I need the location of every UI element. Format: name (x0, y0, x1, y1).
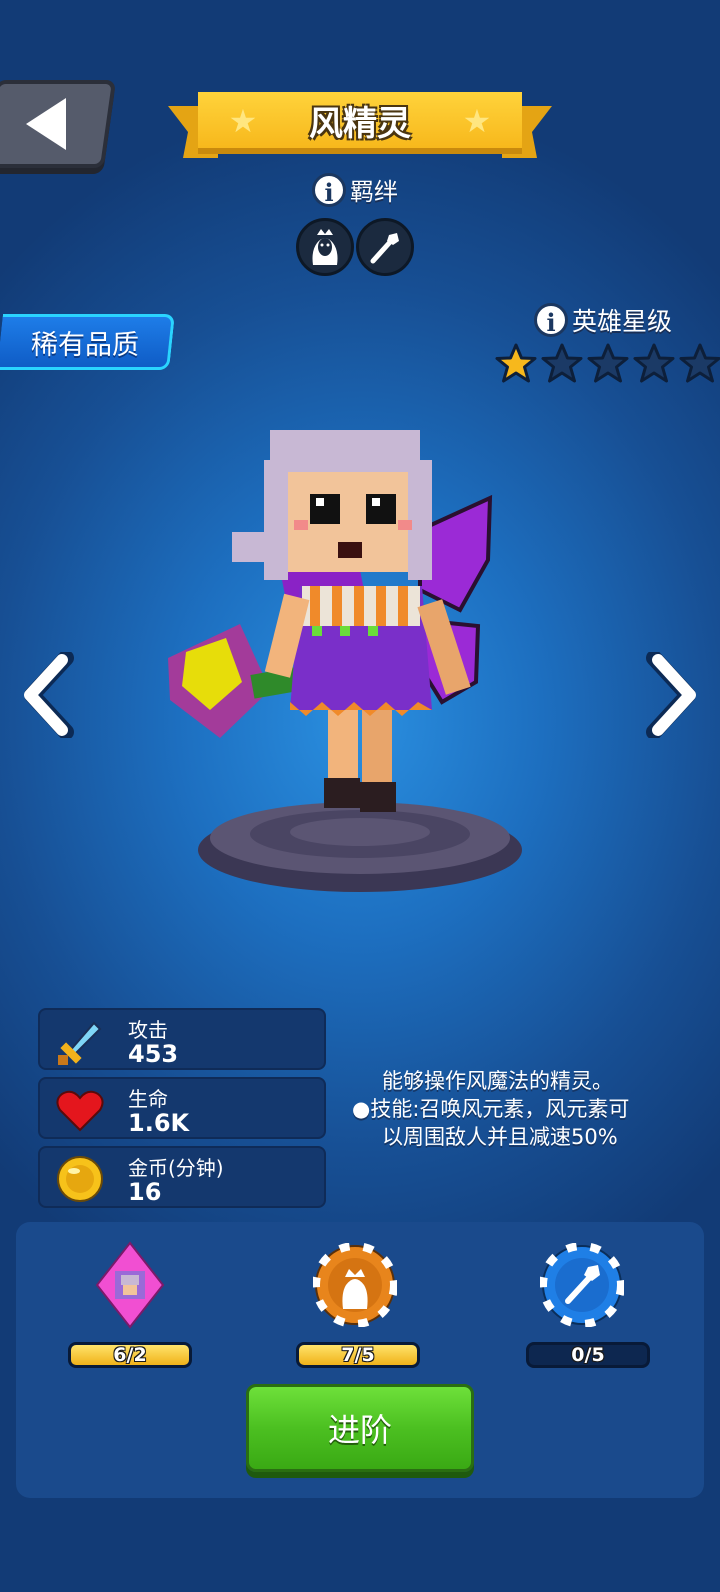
hero-description: 能够操作风魔法的精灵。 ●技能:召唤风元素，风元素可 以周围敌人并且减速50% (352, 1067, 692, 1151)
description-line: 以周围敌人并且减速50% (382, 1125, 618, 1149)
material-progress: 6/2 (68, 1342, 192, 1368)
stat-label: 金币(分钟) (128, 1156, 224, 1180)
material-progress: 7/5 (296, 1342, 420, 1368)
stat-attack: 攻击 453 (38, 1008, 326, 1070)
description-line: ●技能:召唤风元素，风元素可 (352, 1097, 630, 1121)
description-line: 能够操作风魔法的精灵。 (382, 1069, 613, 1093)
progress-text: 7/5 (341, 1344, 375, 1366)
stat-health: 生命 1.6K (38, 1077, 326, 1139)
stat-value: 453 (128, 1040, 179, 1068)
star-empty-icon (679, 343, 720, 383)
stat-value: 16 (128, 1178, 162, 1206)
stat-value: 1.6K (128, 1109, 190, 1137)
hero-model[interactable] (160, 420, 560, 900)
hero-card-gem-icon[interactable] (80, 1240, 180, 1330)
elf-token-icon[interactable] (305, 1240, 405, 1330)
star-filled-icon (495, 343, 537, 383)
wand-icon[interactable] (356, 218, 414, 276)
gold-coin-icon (57, 1156, 103, 1202)
wand-token-icon[interactable] (532, 1240, 632, 1330)
material-progress: 0/5 (526, 1342, 650, 1368)
back-arrow-icon (25, 98, 66, 150)
advance-button[interactable]: 进阶 (246, 1384, 474, 1472)
stat-label: 生命 (128, 1087, 168, 1111)
rarity-badge: 稀有品质 (0, 314, 175, 370)
bond-info[interactable]: i 羁绊 (312, 172, 398, 207)
rarity-label: 稀有品质 (30, 329, 139, 361)
elf-portrait-icon[interactable] (296, 218, 354, 276)
title-banner: ★ 风精灵 ★ (168, 92, 552, 166)
star-icon: ★ (228, 102, 258, 140)
star-empty-icon (587, 343, 629, 383)
advance-button-label: 进阶 (327, 1411, 392, 1449)
heart-icon (56, 1090, 104, 1132)
back-button[interactable] (0, 80, 117, 168)
star-empty-icon (633, 343, 675, 383)
star-level-label: 英雄星级 (572, 307, 673, 336)
star-empty-icon (541, 343, 583, 383)
star-level-info[interactable]: i 英雄星级 (534, 302, 672, 338)
sword-icon (58, 1021, 102, 1065)
bond-label: 羁绊 (350, 178, 398, 206)
previous-hero-arrow-icon[interactable] (20, 652, 76, 738)
star-rating (494, 342, 720, 386)
progress-text: 0/5 (571, 1344, 605, 1366)
next-hero-arrow-icon[interactable] (644, 652, 700, 738)
progress-text: 6/2 (113, 1344, 147, 1366)
stat-label: 攻击 (128, 1018, 168, 1042)
info-icon[interactable]: i (534, 303, 568, 337)
hero-name: 风精灵 (309, 103, 411, 144)
info-icon[interactable]: i (312, 172, 346, 207)
stat-gold: 金币(分钟) 16 (38, 1146, 326, 1208)
star-icon: ★ (462, 102, 492, 140)
